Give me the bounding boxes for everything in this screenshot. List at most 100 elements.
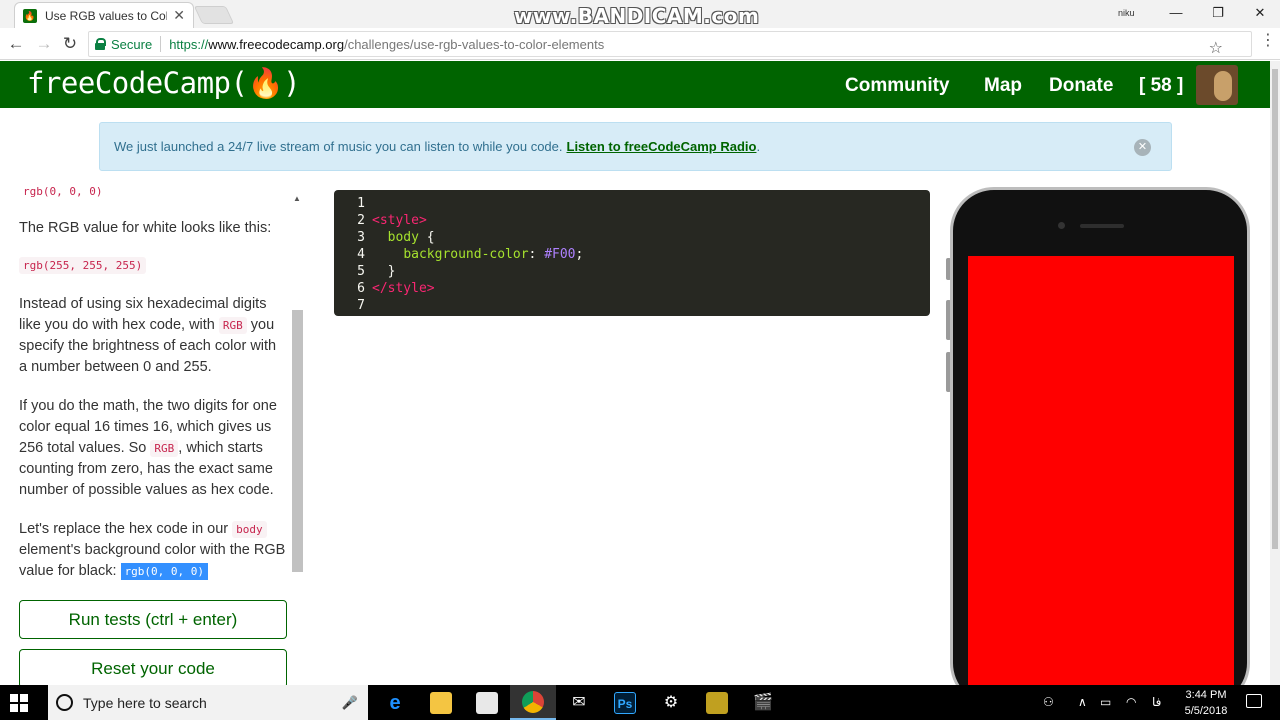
tab-title: Use RGB values to Color E bbox=[45, 8, 167, 23]
user-avatar[interactable] bbox=[1196, 65, 1238, 105]
instructions-scrollbar-thumb[interactable] bbox=[292, 310, 303, 572]
editor-line[interactable]: 7 bbox=[334, 297, 930, 314]
video-editor-icon: 🎬 bbox=[753, 693, 773, 711]
instruction-paragraph: Instead of using six hexadecimal digits … bbox=[19, 294, 287, 378]
editor-line[interactable]: 2 <style> bbox=[334, 212, 930, 229]
mail-icon: ✉ bbox=[572, 693, 586, 711]
taskbar-app[interactable] bbox=[510, 685, 556, 720]
inline-code: RGB bbox=[218, 317, 247, 334]
action-center-icon[interactable] bbox=[1246, 694, 1262, 708]
code-token: ; bbox=[575, 247, 584, 262]
instructions-scrollbar[interactable]: ▲ bbox=[291, 190, 303, 580]
people-icon[interactable]: ⚇ bbox=[1043, 695, 1054, 709]
banner-close-icon[interactable]: ✕ bbox=[1134, 139, 1151, 156]
omnibox-divider bbox=[160, 36, 162, 52]
phone-speaker bbox=[1080, 224, 1124, 228]
photoshop-icon: Ps bbox=[614, 691, 636, 714]
scroll-up-icon[interactable]: ▲ bbox=[293, 194, 301, 203]
code-token: background-color bbox=[403, 247, 529, 262]
code-token: <style> bbox=[372, 213, 427, 228]
url-path: /challenges/use-rgb-values-to-color-elem… bbox=[344, 36, 605, 52]
language-indicator[interactable]: فا bbox=[1152, 695, 1161, 709]
close-window-icon[interactable]: ✕ bbox=[1250, 4, 1270, 22]
selected-inline-code: rgb(0, 0, 0) bbox=[120, 563, 209, 580]
code-token: { bbox=[418, 230, 435, 245]
wifi-icon[interactable]: ◠ bbox=[1126, 695, 1136, 709]
taskbar-app[interactable] bbox=[418, 685, 464, 720]
chrome-icon bbox=[522, 690, 544, 713]
code-editor[interactable]: 1 2 <style> 3 body { 4 background-color: … bbox=[334, 190, 930, 316]
windows-start-icon[interactable] bbox=[10, 694, 28, 712]
text-span: Let's replace the hex code in our bbox=[19, 521, 229, 537]
taskbar-app[interactable]: Ps bbox=[602, 685, 648, 720]
tab-close-icon[interactable]: ✕ bbox=[173, 7, 185, 24]
new-tab-button[interactable] bbox=[193, 6, 235, 24]
battery-icon[interactable]: ▭ bbox=[1100, 695, 1111, 709]
taskbar-app[interactable] bbox=[464, 685, 510, 720]
line-number: 7 bbox=[357, 298, 365, 313]
line-number: 6 bbox=[357, 281, 365, 296]
code-token: #F00 bbox=[544, 247, 576, 262]
editor-line[interactable]: 4 background-color: #F00; bbox=[334, 246, 930, 263]
bookmark-star-icon[interactable]: ☆ bbox=[1209, 38, 1223, 58]
user-points[interactable]: [ 58 ] bbox=[1139, 75, 1183, 97]
edge-icon: e bbox=[389, 691, 401, 714]
forward-icon[interactable]: → bbox=[34, 34, 54, 54]
taskbar-app[interactable]: e bbox=[372, 685, 418, 720]
line-number: 3 bbox=[357, 230, 365, 245]
address-bar[interactable]: Secure https://www.freecodecamp.org/chal… bbox=[88, 31, 1252, 57]
windows-taskbar: Type here to search 🎤 e ✉ Ps ⚙ 🎬 ⚇ ∧ ▭ ◠ فا … bbox=[0, 685, 1280, 720]
line-number: 4 bbox=[357, 247, 365, 262]
browser-tab-strip: 🔥 Use RGB values to Color E ✕ www.BANDIC… bbox=[0, 0, 1280, 28]
sticky-app-icon bbox=[706, 691, 728, 714]
line-number: 1 bbox=[357, 196, 365, 211]
file-explorer-icon bbox=[430, 691, 452, 714]
line-number: 5 bbox=[357, 264, 365, 279]
settings-icon: ⚙ bbox=[663, 693, 679, 711]
nav-link-donate[interactable]: Donate bbox=[1049, 75, 1113, 97]
phone-camera bbox=[1058, 222, 1065, 229]
editor-line[interactable]: 3 body { bbox=[334, 229, 930, 246]
editor-line[interactable]: 5 } bbox=[334, 263, 930, 280]
preview-screen bbox=[968, 256, 1234, 696]
page-scrollbar[interactable] bbox=[1270, 61, 1280, 685]
microphone-icon[interactable]: 🎤 bbox=[342, 695, 358, 711]
tray-chevron-icon[interactable]: ∧ bbox=[1078, 695, 1087, 709]
url-scheme: https:// bbox=[169, 36, 209, 52]
lock-icon bbox=[95, 38, 106, 50]
taskbar-app[interactable]: ⚙ bbox=[648, 685, 694, 720]
fcc-logo[interactable]: freeCodeCamp(🔥) bbox=[27, 66, 301, 101]
secure-label: Secure bbox=[111, 36, 153, 52]
radio-announcement-banner: We just launched a 24/7 live stream of m… bbox=[99, 122, 1172, 171]
maximize-icon[interactable]: ❐ bbox=[1208, 4, 1228, 22]
inline-code: rgb(0, 0, 0) bbox=[23, 185, 103, 198]
clock-time: 3:44 PM bbox=[1185, 689, 1227, 701]
inline-code: body bbox=[232, 521, 267, 538]
fcc-navbar: freeCodeCamp(🔥) Community Map Donate [ 5… bbox=[0, 61, 1270, 108]
editor-line[interactable]: 1 bbox=[334, 195, 930, 212]
nav-link-community[interactable]: Community bbox=[845, 75, 950, 97]
taskbar-app[interactable] bbox=[694, 685, 740, 720]
instruction-paragraph: If you do the math, the two digits for o… bbox=[19, 396, 287, 501]
profile-name[interactable]: niku bbox=[1118, 8, 1135, 18]
taskbar-clock[interactable]: 3:44 PM 5/5/2018 bbox=[1180, 687, 1232, 719]
taskbar-search[interactable]: Type here to search 🎤 bbox=[48, 685, 368, 720]
browser-tab[interactable]: 🔥 Use RGB values to Color E ✕ bbox=[14, 2, 194, 28]
page-scrollbar-thumb[interactable] bbox=[1272, 69, 1278, 549]
taskbar-app[interactable]: ✉ bbox=[556, 685, 602, 720]
instructions-panel: rgb(0, 0, 0) The RGB value for white loo… bbox=[0, 185, 305, 685]
radio-link[interactable]: Listen to freeCodeCamp Radio bbox=[567, 139, 757, 154]
run-tests-button[interactable]: Run tests (ctrl + enter) bbox=[19, 600, 287, 639]
banner-suffix: . bbox=[756, 139, 761, 154]
code-token: </style> bbox=[372, 281, 435, 296]
instructions-column: The RGB value for white looks like this:… bbox=[19, 218, 287, 685]
code-token: body bbox=[387, 230, 419, 245]
browser-menu-icon[interactable]: ⋮ bbox=[1260, 33, 1276, 49]
nav-link-map[interactable]: Map bbox=[984, 75, 1022, 97]
minimize-icon[interactable]: — bbox=[1166, 4, 1186, 22]
taskbar-app[interactable]: 🎬 bbox=[740, 685, 786, 720]
reload-icon[interactable]: ↻ bbox=[60, 34, 80, 54]
back-icon[interactable]: ← bbox=[6, 34, 26, 54]
editor-line[interactable]: 6 </style> bbox=[334, 280, 930, 297]
reset-code-button[interactable]: Reset your code bbox=[19, 649, 287, 685]
